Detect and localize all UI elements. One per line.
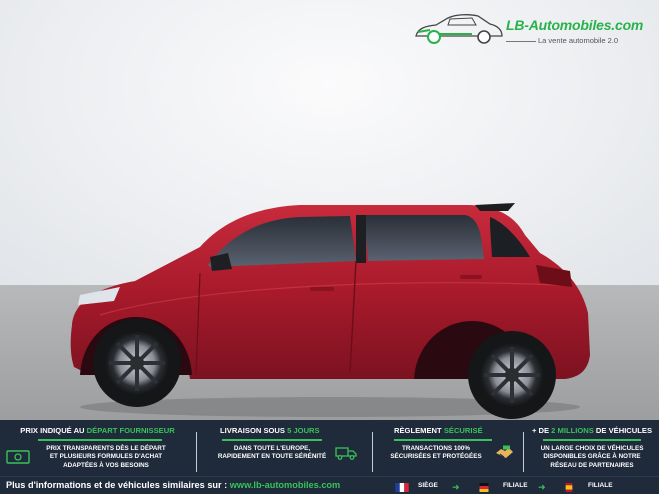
feature-vehicles-underline <box>543 439 641 441</box>
feature-delivery-desc: DANS TOUTE L'EUROPE, RAPIDEMENT EN TOUTE… <box>217 445 327 461</box>
feature-delivery-title: LIVRAISON SOUS 5 JOURS <box>220 426 320 435</box>
feature-payment-desc: TRANSACTIONS 100% SÉCURISÉES ET PROTÉGÉE… <box>390 445 482 461</box>
band-separator <box>372 432 373 472</box>
website-link[interactable]: www.lb-automobiles.com <box>230 480 340 490</box>
footer-text: Plus d'informations et de véhicules simi… <box>6 480 341 490</box>
flag-label-branch-de: FILIALE <box>503 482 528 489</box>
handshake-icon <box>496 445 513 458</box>
car-outline-icon <box>415 14 503 44</box>
car-photo: LB-Automobiles.com La vente automobile 2… <box>0 0 659 420</box>
france-flag-icon <box>395 483 409 492</box>
germany-flag-icon <box>479 483 489 492</box>
info-band: PRIX INDIQUÉ AU DÉPART FOURNISSEUR PRIX … <box>0 420 659 476</box>
flag-label-hq: SIÈGE <box>418 482 438 489</box>
arrow-right-icon: ➜ <box>538 482 546 492</box>
feature-vehicles-title: + DE 2 MILLIONS DE VÉHICULES <box>531 426 653 435</box>
feature-payment-title: RÈGLEMENT SÉCURISÉ <box>394 426 483 435</box>
logo-wordmark: LB-Automobiles.com <box>506 17 644 33</box>
money-icon <box>6 450 30 464</box>
feature-vehicles-desc: UN LARGE CHOIX DE VÉHICULES DISPONIBLES … <box>540 445 644 469</box>
logo-divider <box>506 41 536 42</box>
feature-delivery: LIVRAISON SOUS 5 JOURS DANS TOUTE L'EURO… <box>202 420 370 476</box>
feature-delivery-underline <box>222 439 322 441</box>
feature-payment-underline <box>394 439 492 441</box>
feature-price: PRIX INDIQUÉ AU DÉPART FOURNISSEUR PRIX … <box>0 420 195 476</box>
feature-price-desc: PRIX TRANSPARENTS DÈS LE DÉPART ET PLUSI… <box>46 445 166 469</box>
feature-price-underline <box>38 439 162 441</box>
red-hatchback-car <box>70 203 591 419</box>
feature-price-title: PRIX INDIQUÉ AU DÉPART FOURNISSEUR <box>20 426 175 435</box>
logo-tagline: La vente automobile 2.0 <box>538 36 619 45</box>
arrow-right-icon: ➜ <box>452 482 460 492</box>
band-separator <box>523 432 524 472</box>
truck-icon <box>335 447 357 460</box>
brand-logo[interactable]: LB-Automobiles.com La vente automobile 2… <box>410 12 659 48</box>
flag-label-branch-es: FILIALE <box>588 482 613 489</box>
band-separator <box>196 432 197 472</box>
footer-bar: Plus d'informations et de véhicules simi… <box>0 476 659 494</box>
spain-flag-icon <box>565 483 573 492</box>
feature-payment: RÈGLEMENT SÉCURISÉ TRANSACTIONS 100% SÉC… <box>378 420 518 476</box>
feature-vehicles: + DE 2 MILLIONS DE VÉHICULES UN LARGE CH… <box>525 420 659 476</box>
